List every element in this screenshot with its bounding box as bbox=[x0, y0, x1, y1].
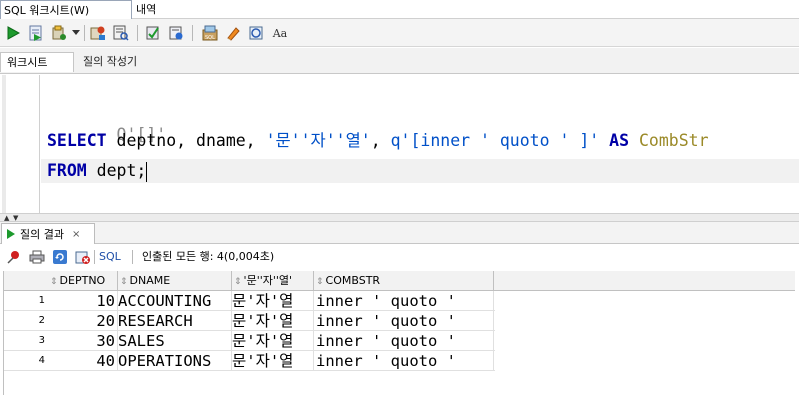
from-table: dept; bbox=[86, 161, 147, 180]
cell-combstr[interactable]: inner ' quoto ' bbox=[314, 311, 494, 331]
toolbar-separator bbox=[137, 25, 138, 41]
code-line-from: FROM dept; bbox=[41, 159, 799, 183]
run-statement-icon[interactable] bbox=[5, 25, 21, 41]
pin-icon[interactable] bbox=[6, 249, 22, 265]
document-tab-bar: SQL 워크시트(W) 내역 bbox=[0, 0, 799, 19]
column-header-label: '문''자''열' bbox=[243, 274, 293, 287]
run-script-icon[interactable] bbox=[28, 25, 44, 41]
q-quote-literal: q'[inner ' quoto ' ]' bbox=[390, 131, 600, 150]
keyword-select: SELECT bbox=[47, 131, 107, 150]
table-row[interactable]: 1 10 ACCOUNTING 문'자'열 inner ' quoto ' bbox=[4, 291, 495, 311]
sql-editor[interactable]: -- Q'[]' SELECT deptno, dname, '문''자''열'… bbox=[0, 75, 799, 213]
column-header-dname[interactable]: ⇕ DNAME bbox=[118, 271, 232, 291]
result-toolbar: SQL 인출된 모든 행: 4(0,004초) bbox=[0, 245, 799, 269]
rollback-icon[interactable] bbox=[90, 25, 106, 41]
cell-combstr[interactable]: inner ' quoto ' bbox=[314, 331, 494, 351]
unshared-worksheet-icon[interactable] bbox=[248, 25, 264, 41]
tab-sql-worksheet[interactable]: SQL 워크시트(W) bbox=[0, 0, 132, 19]
worksheet-toolbar: SQL Aa bbox=[0, 19, 799, 47]
row-number: 4 bbox=[38, 355, 45, 366]
string-literal: '문''자''열' bbox=[265, 131, 371, 150]
cancel-fetch-icon[interactable] bbox=[75, 249, 91, 265]
keyword-as: AS bbox=[599, 131, 639, 150]
print-icon[interactable] bbox=[29, 249, 45, 265]
text-caret bbox=[146, 161, 148, 182]
run-result-icon bbox=[7, 229, 15, 239]
sort-icon: ⇕ bbox=[120, 277, 128, 287]
sort-icon: ⇕ bbox=[234, 277, 242, 287]
tab-history[interactable]: 내역 bbox=[133, 0, 159, 19]
commit-icon[interactable] bbox=[51, 25, 67, 41]
select-columns: deptno, dname, bbox=[106, 131, 266, 150]
column-header-label: DEPTNO bbox=[59, 274, 106, 287]
row-number: 1 bbox=[38, 295, 45, 306]
result-tab-label: 질의 결과 bbox=[20, 228, 64, 241]
result-grid: ⇕ DEPTNO ⇕ DNAME ⇕ '문''자''열' ⇕ COMBSTR 1 10 … bbox=[3, 271, 795, 395]
collapse-down-icon[interactable]: ▼ bbox=[13, 214, 18, 222]
collapse-up-icon[interactable]: ▲ bbox=[4, 214, 9, 222]
svg-text:SQL: SQL bbox=[205, 35, 215, 41]
result-tab-bar: 질의 결과 × bbox=[0, 222, 799, 244]
gutter-margin bbox=[2, 75, 6, 213]
column-header-label: DNAME bbox=[129, 274, 171, 287]
column-header-string[interactable]: ⇕ '문''자''열' bbox=[232, 271, 314, 291]
cell-string[interactable]: 문'자'열 bbox=[232, 351, 314, 371]
grid-header: ⇕ DEPTNO ⇕ DNAME ⇕ '문''자''열' ⇕ COMBSTR bbox=[4, 271, 795, 291]
cell-deptno[interactable]: 30 bbox=[48, 331, 118, 351]
sort-icon: ⇕ bbox=[316, 277, 324, 287]
comma: , bbox=[370, 131, 391, 150]
cell-combstr[interactable]: inner ' quoto ' bbox=[314, 351, 494, 371]
toolbar-separator bbox=[84, 25, 85, 41]
editor-result-splitter[interactable]: ▲ ▼ bbox=[0, 213, 799, 222]
tab-worksheet[interactable]: 워크시트 bbox=[0, 52, 74, 72]
format-case-icon[interactable]: Aa bbox=[271, 25, 289, 41]
cell-dname[interactable]: ACCOUNTING bbox=[118, 291, 232, 311]
cell-dname[interactable]: OPERATIONS bbox=[118, 351, 232, 371]
row-number-header bbox=[4, 271, 48, 291]
sort-icon: ⇕ bbox=[50, 277, 58, 287]
close-icon[interactable]: × bbox=[72, 229, 80, 240]
worksheet-subtab-bar: 워크시트 질의 작성기 bbox=[0, 48, 799, 74]
sql-link[interactable]: SQL bbox=[99, 249, 121, 265]
code-line-comment: -- Q'[]' bbox=[47, 99, 166, 144]
cell-string[interactable]: 문'자'열 bbox=[232, 311, 314, 331]
column-header-combstr[interactable]: ⇕ COMBSTR bbox=[314, 271, 494, 291]
cell-dname[interactable]: SALES bbox=[118, 331, 232, 351]
row-number: 3 bbox=[38, 335, 45, 346]
row-number: 2 bbox=[38, 315, 45, 326]
cell-deptno[interactable]: 10 bbox=[48, 291, 118, 311]
column-header-label: COMBSTR bbox=[325, 274, 381, 287]
clear-icon[interactable] bbox=[225, 25, 241, 41]
keyword-from: FROM bbox=[47, 161, 87, 180]
toolbar-separator bbox=[192, 25, 193, 41]
explain-plan-icon[interactable] bbox=[113, 25, 129, 41]
toolbar-separator bbox=[132, 250, 133, 264]
refresh-icon[interactable] bbox=[52, 249, 68, 265]
cell-string[interactable]: 문'자'열 bbox=[232, 331, 314, 351]
cell-string[interactable]: 문'자'열 bbox=[232, 291, 314, 311]
table-row[interactable]: 4 40 OPERATIONS 문'자'열 inner ' quoto ' bbox=[4, 351, 495, 371]
fetch-status: 인출된 모든 행: 4(0,004초) bbox=[142, 250, 275, 263]
editor-gutter bbox=[0, 75, 40, 213]
toolbar-separator bbox=[94, 250, 95, 264]
tab-query-result[interactable]: 질의 결과 × bbox=[1, 223, 95, 244]
cell-combstr[interactable]: inner ' quoto ' bbox=[314, 291, 494, 311]
tab-query-builder[interactable]: 질의 작성기 bbox=[77, 52, 143, 72]
column-alias: CombStr bbox=[638, 131, 709, 150]
table-row[interactable]: 3 30 SALES 문'자'열 inner ' quoto ' bbox=[4, 331, 495, 351]
sql-history-icon[interactable]: SQL bbox=[202, 25, 218, 41]
sql-tuning-icon[interactable] bbox=[168, 25, 184, 41]
table-row[interactable]: 2 20 RESEARCH 문'자'열 inner ' quoto ' bbox=[4, 311, 495, 331]
cell-deptno[interactable]: 20 bbox=[48, 311, 118, 331]
autotrace-icon[interactable] bbox=[145, 25, 161, 41]
code-line-select: SELECT deptno, dname, '문''자''열', q'[inne… bbox=[47, 129, 709, 153]
dropdown-icon[interactable] bbox=[71, 25, 81, 41]
cell-deptno[interactable]: 40 bbox=[48, 351, 118, 371]
column-header-deptno[interactable]: ⇕ DEPTNO bbox=[48, 271, 118, 291]
cell-dname[interactable]: RESEARCH bbox=[118, 311, 232, 331]
